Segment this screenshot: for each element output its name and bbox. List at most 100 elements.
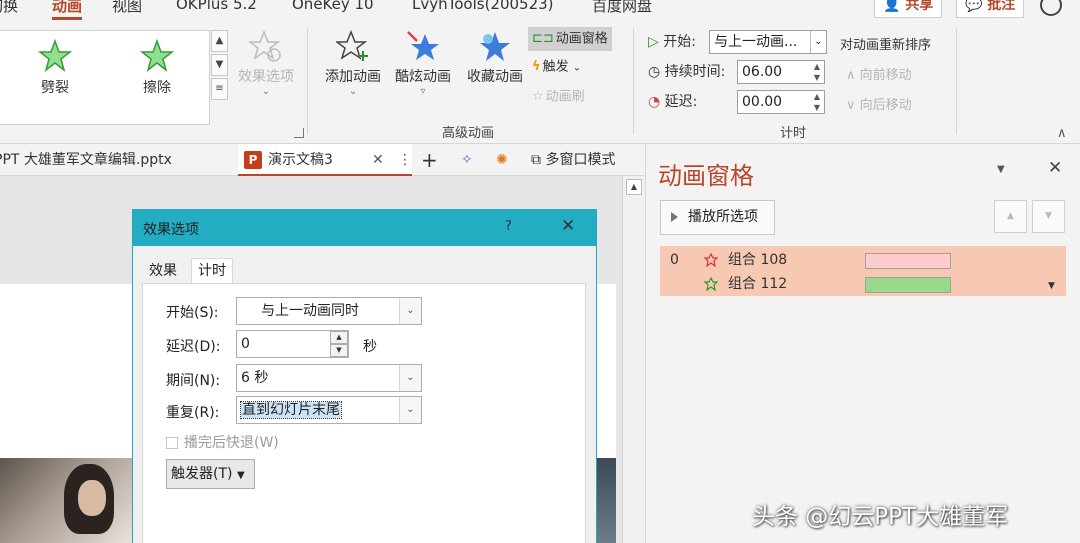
animation-painter-label: 动画刷	[545, 89, 585, 105]
dialog-launcher-icon[interactable]	[294, 128, 304, 138]
cool-animation-button[interactable]: 酷炫动画 ▿	[388, 30, 458, 97]
tab-onekey[interactable]: OneKey 10	[292, 0, 374, 13]
tab-baidu-netdisk[interactable]: 百度网盘	[592, 0, 652, 16]
feedback-smiley-icon[interactable]	[1040, 0, 1062, 16]
share-label: 共享	[905, 0, 934, 13]
rewind-checkbox[interactable]: 播完后快退(W)	[166, 432, 279, 452]
animation-list: 0 组合 108 组合 112 ▼	[660, 246, 1066, 296]
move-down-icon[interactable]: ▼	[1032, 200, 1065, 233]
gallery-scroll-down[interactable]: ▼	[211, 54, 228, 76]
delay-input[interactable]: 00.00 ▲ ▼	[737, 90, 825, 114]
ribbon-panel: 劈裂 擦除 ▲ ▼ ≡ 效果选项 ⌄ 添加动画 ⌄ 酷炫动画 ▿ 收藏动画 ⊏⊐…	[0, 22, 1080, 144]
move-earlier-button[interactable]: ∧ 向前移动	[846, 64, 912, 83]
settings-gear-icon[interactable]: ✺	[496, 144, 508, 176]
tab-view[interactable]: 视图	[112, 0, 142, 16]
timing-panel: 开始(S): 与上一动画同时 ⌄ 延迟(D): 0 ▲ ▼ 秒 期间(N): 6…	[142, 283, 586, 543]
dlg-delay-label: 延迟(D):	[166, 339, 221, 355]
gallery-item-wipe[interactable]: 擦除	[112, 39, 202, 97]
timing-start-select[interactable]: 与上一动画... ⌄	[709, 30, 827, 54]
dlg-duration-value: 6 秒	[241, 370, 269, 386]
magic-tool-icon[interactable]: ✧	[461, 144, 473, 176]
effect-options-label: 效果选项	[238, 69, 294, 85]
dialog-title-bar[interactable]: 效果选项 ? ✕	[133, 210, 596, 246]
animation-pane-title: 动画窗格	[658, 162, 754, 190]
trigger-dropdown[interactable]: ϟ 触发 ⌄	[530, 55, 581, 79]
animation-pane-label: 动画窗格	[555, 31, 608, 47]
chevron-down-icon: ⌄	[399, 298, 421, 324]
close-icon[interactable]: ✕	[1048, 158, 1062, 178]
dialog-tab-timing[interactable]: 计时	[191, 258, 233, 284]
gallery-scroll-up[interactable]: ▲	[211, 30, 228, 52]
animation-painter-button[interactable]: ☆ 动画刷	[530, 85, 585, 109]
timeline-bar[interactable]	[865, 253, 951, 269]
tab-transitions[interactable]: 切换	[0, 0, 18, 16]
help-icon[interactable]: ?	[505, 219, 512, 234]
dialog-tab-effect[interactable]: 效果	[142, 258, 184, 284]
effect-options-button[interactable]: 效果选项 ⌄	[231, 30, 301, 97]
slide-photo-right[interactable]	[597, 458, 616, 543]
gallery-item-split[interactable]: 劈裂	[10, 39, 100, 97]
chevron-down-icon: ▿	[420, 86, 426, 97]
slide-photo-woman[interactable]	[0, 458, 132, 543]
delay-spinner[interactable]: ▲ ▼	[810, 91, 824, 113]
scroll-up-icon[interactable]: ▲	[626, 179, 642, 195]
photo-face	[78, 480, 106, 516]
animation-list-item[interactable]: 0 组合 108	[660, 248, 1066, 272]
timing-delay-label: 延迟:	[664, 94, 698, 110]
trigger-label: 触发	[542, 59, 569, 75]
move-later-button[interactable]: ∨ 向后移动	[846, 94, 912, 113]
ribbon-tab-bar: 切换 动画 视图 OKPlus 5.2 OneKey 10 LvyhTools(…	[0, 0, 1080, 22]
comment-label: 批注	[987, 0, 1016, 13]
close-icon[interactable]: ✕	[561, 216, 575, 236]
delay-clock-icon: ◔	[648, 94, 661, 110]
duration-spinner[interactable]: ▲ ▼	[810, 61, 824, 83]
spin-up-icon[interactable]: ▲	[330, 331, 348, 344]
clock-icon: ◷	[648, 64, 661, 80]
animation-gallery: 劈裂 擦除	[0, 30, 210, 125]
trigger-button[interactable]: 触发器(T) ▼	[166, 459, 255, 489]
favorite-animation-button[interactable]: 收藏动画	[460, 30, 530, 86]
doc-tab-file2[interactable]: P 演示文稿3 ✕ ⋮	[238, 144, 412, 176]
tab-more-icon[interactable]: ⋮	[398, 144, 412, 176]
tab-lvyhtools[interactable]: LvyhTools(200523)	[412, 0, 554, 13]
dlg-delay-input[interactable]: 0 ▲ ▼	[236, 330, 349, 358]
doc-tab-file1[interactable]: PPT 大雄董军文章编辑.pptx	[0, 144, 226, 176]
dlg-start-label: 开始(S):	[166, 305, 219, 321]
chevron-down-icon: ⌄	[399, 397, 421, 423]
new-tab-icon[interactable]: +	[421, 144, 438, 176]
comment-button[interactable]: 💬 批注	[956, 0, 1025, 18]
dlg-repeat-value: 直到幻灯片末尾	[240, 401, 342, 419]
tab-animations[interactable]: 动画	[52, 0, 83, 20]
add-animation-button[interactable]: 添加动画 ⌄	[318, 30, 388, 97]
timeline-bar[interactable]	[865, 277, 951, 293]
timing-duration-label: 持续时间:	[664, 64, 726, 80]
vertical-scrollbar[interactable]: ▲	[622, 176, 645, 543]
dlg-repeat-select[interactable]: 直到幻灯片末尾 ⌄	[236, 396, 422, 424]
item-dropdown-icon[interactable]: ▼	[1048, 274, 1055, 298]
close-tab-icon[interactable]: ✕	[372, 144, 384, 176]
add-animation-star-icon	[336, 30, 368, 61]
tab-okplus[interactable]: OKPlus 5.2	[176, 0, 257, 13]
duration-input[interactable]: 06.00 ▲ ▼	[737, 60, 825, 84]
collapse-ribbon-icon[interactable]: ∧	[1057, 126, 1067, 141]
move-up-icon[interactable]: ▲	[994, 200, 1027, 233]
document-tab-bar: PPT 大雄董军文章编辑.pptx P 演示文稿3 ✕ ⋮ + ✧ ✺ ⧉ 多窗口…	[0, 144, 645, 176]
play-selected-button[interactable]: 播放所选项	[660, 200, 775, 235]
wipe-star-icon	[140, 39, 174, 72]
pane-options-icon[interactable]: ▼	[997, 164, 1005, 175]
chevron-down-icon: ⌄	[810, 31, 826, 53]
animation-painter-icon: ☆	[532, 89, 544, 104]
gallery-more[interactable]: ≡	[211, 78, 228, 100]
trigger-button-label: 触发器(T)	[171, 466, 233, 482]
reorder-animation-label: 对动画重新排序	[840, 38, 932, 53]
spin-down-icon[interactable]: ▼	[330, 344, 348, 357]
animation-pane-button[interactable]: ⊏⊐ 动画窗格	[528, 27, 612, 51]
play-icon	[671, 212, 678, 222]
favorite-animation-label: 收藏动画	[467, 69, 523, 85]
animation-list-item[interactable]: 组合 112 ▼	[660, 272, 1066, 296]
share-button[interactable]: 👤 共享	[874, 0, 943, 18]
dlg-duration-select[interactable]: 6 秒 ⌄	[236, 364, 422, 392]
watermark: 头条 @幻云PPT大雄董军	[752, 504, 1009, 530]
dlg-start-select[interactable]: 与上一动画同时 ⌄	[236, 297, 422, 325]
multi-window-button[interactable]: ⧉ 多窗口模式	[531, 144, 615, 176]
